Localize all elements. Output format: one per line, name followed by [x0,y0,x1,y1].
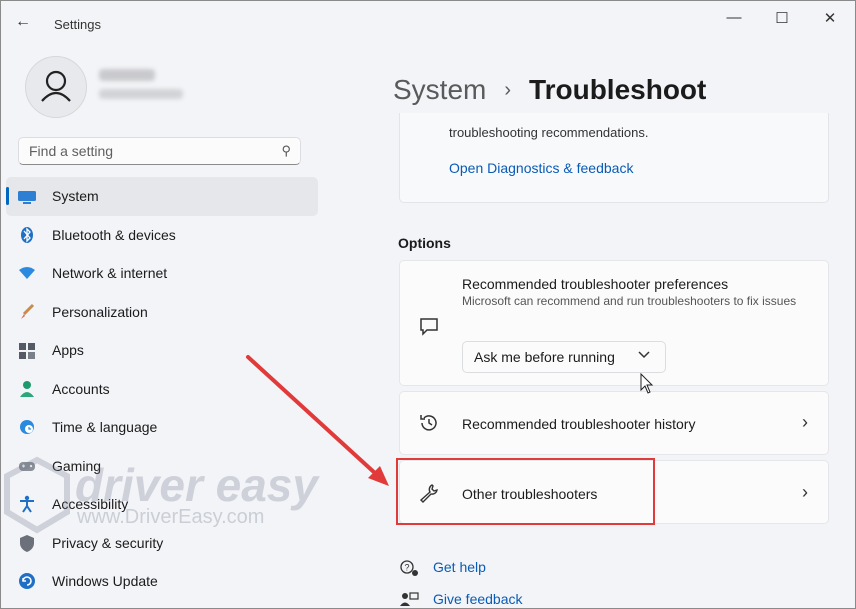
annotation-arrow [246,355,389,486]
feedback-icon [399,591,419,608]
give-feedback-label[interactable]: Give feedback [433,591,523,607]
settings-window: ← Settings — ☐ ✕ ⚲ System [0,0,856,609]
svg-text:?: ? [405,563,410,573]
mouse-cursor-icon [640,372,654,400]
help-icon: ? [399,559,419,580]
get-help-label[interactable]: Get help [433,559,486,575]
